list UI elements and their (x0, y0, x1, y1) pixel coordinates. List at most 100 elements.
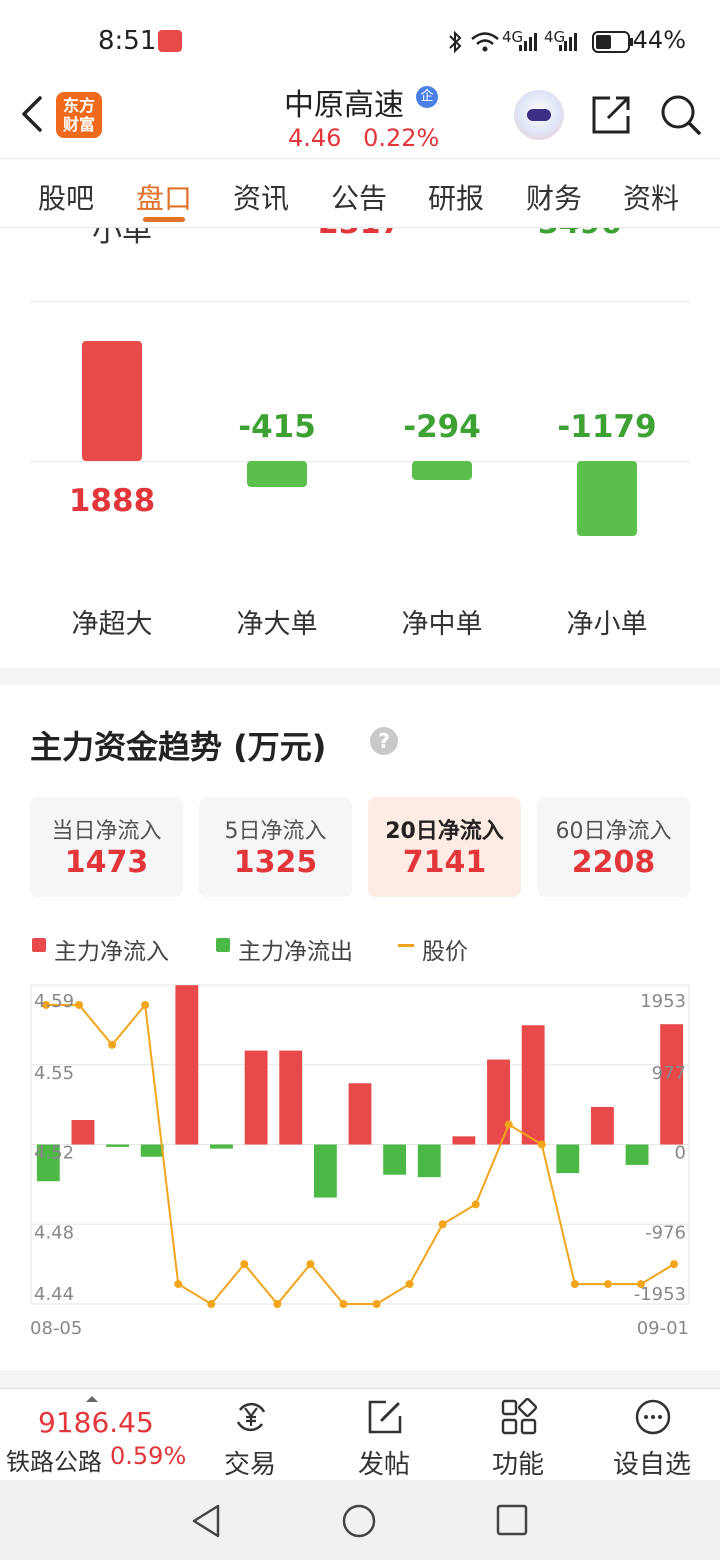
signal-bars-icon (519, 33, 537, 51)
right-axis-tick: 1953 (640, 991, 686, 1012)
tab-bar: 股吧 盘口 资讯 公告 研报 财务 资料 (0, 158, 720, 228)
ai-assistant-avatar[interactable] (514, 90, 564, 140)
tab-profile[interactable]: 资料 (623, 177, 679, 217)
fund-flow-bar (625, 1144, 649, 1165)
left-axis-tick: 4.52 (34, 1143, 74, 1164)
fund-flow-bar (521, 1025, 545, 1145)
trade-label: 交易 (223, 1450, 276, 1480)
card-label: 当日净流入 (51, 819, 162, 844)
price-point (504, 1120, 513, 1129)
app-notification-icon (158, 30, 182, 52)
logo-text-top: 东方 (62, 96, 95, 115)
add-watchlist-button[interactable]: 设自选 (602, 1396, 702, 1480)
card-60day-inflow[interactable]: 60日净流入 2208 (537, 797, 690, 897)
price-point (108, 1040, 117, 1049)
card-value: 1473 (64, 845, 149, 880)
fund-trend-chart: 4.59 4.55 4.52 4.48 4.44 1953 977 0 -976 -1953 08-… (30, 984, 690, 1339)
price-line: 4.46 0.22% (288, 124, 439, 152)
help-icon[interactable]: ? (370, 727, 398, 755)
x-axis-end: 09-01 (637, 1318, 689, 1339)
card-label: 20日净流入 (385, 819, 504, 844)
price-point (306, 1260, 315, 1269)
eastmoney-logo: 东方 财富 (56, 92, 102, 138)
fund-trend-title: 主力资金趋势 (万元) (30, 728, 327, 766)
card-20day-inflow[interactable]: 20日净流入 7141 (368, 797, 521, 897)
legend-outflow-swatch (216, 938, 230, 952)
net-flow-label: 净小单 (566, 609, 648, 640)
fund-flow-bar (175, 985, 199, 1145)
fund-flow-bar (106, 1144, 130, 1147)
section-gap (0, 668, 720, 685)
grid-apps-icon (501, 1398, 538, 1435)
left-axis-tick: 4.59 (34, 991, 74, 1012)
tab-finance[interactable]: 财务 (526, 177, 582, 217)
battery-icon (592, 31, 633, 53)
price-line (46, 1002, 675, 1306)
system-nav-bar (0, 1480, 720, 1560)
price-point (471, 1200, 480, 1209)
right-axis-tick: -976 (645, 1222, 686, 1243)
price-point (273, 1300, 282, 1308)
tab-announcements[interactable]: 公告 (331, 177, 387, 217)
legend-outflow: 主力净流出 (238, 939, 353, 965)
tab-pankou[interactable]: 盘口 (136, 177, 192, 217)
stock-change: 0.22% (363, 124, 440, 152)
back-arrow-icon[interactable] (14, 92, 54, 136)
fund-flow-bar (383, 1144, 407, 1175)
net-flow-label: 净大单 (236, 609, 318, 640)
net-flow-label: 净超大 (71, 609, 153, 640)
nav-back-icon[interactable] (188, 1502, 224, 1540)
price-point (405, 1280, 414, 1289)
functions-label: 功能 (491, 1450, 544, 1480)
signal-bars-icon (559, 33, 577, 51)
bluetooth-icon (449, 30, 462, 54)
legend-price: 股价 (422, 939, 468, 965)
net-flow-label: 净中单 (401, 609, 483, 640)
trade-button[interactable]: 交易 (200, 1396, 300, 1480)
nav-home-icon[interactable] (340, 1502, 378, 1540)
functions-button[interactable]: 功能 (468, 1396, 568, 1480)
post-label: 发帖 (357, 1450, 410, 1480)
tab-guba[interactable]: 股吧 (38, 177, 94, 217)
tab-research[interactable]: 研报 (428, 177, 484, 217)
wifi-icon (471, 32, 499, 52)
fund-flow-bar (71, 1119, 95, 1145)
expand-up-icon[interactable] (84, 1394, 100, 1404)
search-icon[interactable] (658, 92, 702, 136)
left-axis-tick: 4.55 (34, 1063, 74, 1084)
net-flow-value: -294 (403, 409, 481, 445)
price-point (438, 1220, 447, 1229)
more-dots-icon (635, 1399, 671, 1435)
status-bar: 8:51 4G 4G 44% (0, 0, 720, 80)
net-flow-value: -1179 (557, 409, 657, 445)
card-label: 60日净流入 (555, 819, 672, 844)
fund-flow-bar (556, 1144, 580, 1174)
net-flow-bar (82, 341, 142, 461)
card-value: 1325 (233, 845, 318, 880)
legend-inflow: 主力净流入 (54, 939, 169, 965)
share-icon[interactable] (590, 92, 634, 136)
card-day-inflow[interactable]: 当日净流入 1473 (30, 797, 183, 897)
price-point (174, 1280, 183, 1289)
tab-news[interactable]: 资讯 (233, 177, 289, 217)
price-point (207, 1300, 216, 1308)
sector-index-pct[interactable]: 0.59% (110, 1442, 186, 1470)
net-flow-bar (247, 461, 307, 488)
price-point (141, 1000, 150, 1009)
add-watchlist-label: 设自选 (612, 1450, 691, 1480)
fund-flow-bar (244, 1050, 268, 1145)
sector-index-name[interactable]: 铁路公路 (6, 1442, 102, 1477)
status-time: 8:51 (98, 26, 157, 56)
right-axis-tick: 0 (675, 1143, 686, 1164)
fund-flow-bar (660, 1024, 684, 1145)
logo-text-bottom: 财富 (62, 115, 95, 134)
price-point (75, 1000, 84, 1009)
price-point (339, 1300, 348, 1308)
post-button[interactable]: 发帖 (334, 1396, 434, 1480)
fund-flow-bar (348, 1083, 372, 1145)
sector-index-value[interactable]: 9186.45 (38, 1406, 154, 1439)
price-point (372, 1300, 381, 1308)
legend-price-swatch (398, 944, 414, 947)
nav-recents-icon[interactable] (494, 1502, 530, 1538)
card-5day-inflow[interactable]: 5日净流入 1325 (199, 797, 352, 897)
